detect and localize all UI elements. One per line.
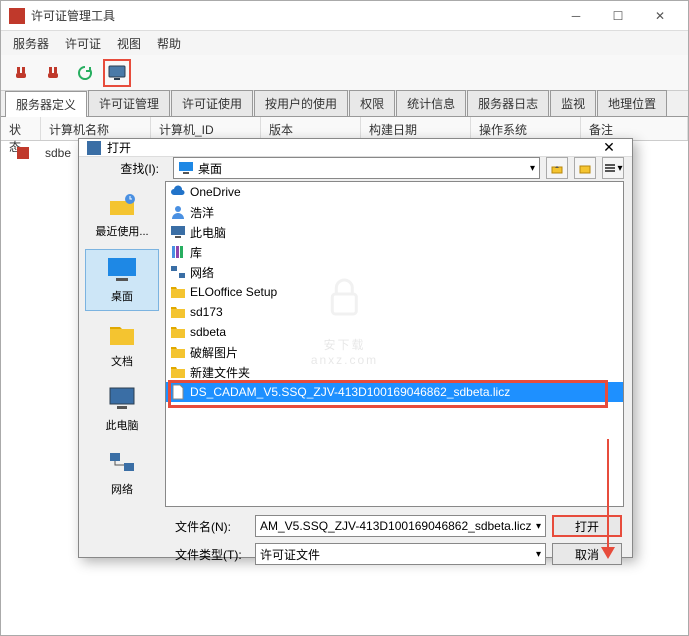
window-title: 许可证管理工具 [31, 7, 556, 24]
row-name: sdbe [41, 146, 71, 160]
refresh-icon [77, 65, 93, 81]
filetype-combo[interactable]: 许可证文件▾ [255, 543, 546, 565]
app-icon [9, 8, 25, 24]
tab-server-log[interactable]: 服务器日志 [467, 90, 549, 116]
filename-label: 文件名(N): [175, 518, 249, 535]
tab-user-use[interactable]: 按用户的使用 [254, 90, 348, 116]
header-os[interactable]: 操作系统 [471, 117, 581, 140]
cancel-button[interactable]: 取消 [552, 543, 622, 565]
list-item[interactable]: OneDrive [166, 182, 623, 202]
refresh-button[interactable] [71, 59, 99, 87]
tab-geo[interactable]: 地理位置 [597, 90, 667, 116]
view-menu-button[interactable]: ▾ [602, 157, 624, 179]
close-button[interactable]: ✕ [640, 4, 680, 28]
tab-permission[interactable]: 权限 [349, 90, 395, 116]
network-icon [170, 264, 186, 280]
chevron-down-icon: ▾ [536, 549, 541, 560]
list-item[interactable]: 此电脑 [166, 222, 623, 242]
new-folder-button[interactable] [574, 157, 596, 179]
header-status[interactable]: 状态 [1, 117, 41, 140]
plug-disconnect-button[interactable] [39, 59, 67, 87]
thispc-icon [170, 224, 186, 240]
list-item[interactable]: sd173 [166, 302, 623, 322]
minimize-button[interactable]: ─ [556, 4, 596, 28]
tab-bar: 服务器定义 许可证管理 许可证使用 按用户的使用 权限 统计信息 服务器日志 监… [1, 91, 688, 117]
lookin-value: 桌面 [198, 160, 222, 177]
header-version[interactable]: 版本 [261, 117, 361, 140]
list-item[interactable]: 库 [166, 242, 623, 262]
thispc-icon [106, 385, 138, 413]
dialog-icon [87, 141, 101, 155]
lookin-row: 查找(I): 桌面 ▾ ▾ [79, 157, 632, 179]
header-name[interactable]: 计算机名称 [41, 117, 151, 140]
plug-icon [13, 65, 29, 81]
documents-icon [106, 321, 138, 349]
monitor-icon [108, 64, 126, 82]
user-icon [170, 204, 186, 220]
dialog-titlebar: 打开 ✕ [79, 139, 632, 157]
folder-icon [170, 364, 186, 380]
list-view-icon [603, 161, 617, 175]
chevron-down-icon: ▾ [536, 521, 541, 532]
folder-icon [170, 284, 186, 300]
list-item[interactable]: 浩洋 [166, 202, 623, 222]
tab-monitor[interactable]: 监视 [550, 90, 596, 116]
places-bar: 最近使用... 桌面 文档 此电脑 网络 [79, 179, 165, 509]
maximize-button[interactable]: ☐ [598, 4, 638, 28]
file-icon [170, 384, 186, 400]
chevron-down-icon: ▾ [530, 163, 535, 174]
tab-license-mgmt[interactable]: 许可证管理 [88, 90, 170, 116]
place-documents[interactable]: 文档 [85, 315, 159, 375]
dialog-close-button[interactable]: ✕ [594, 139, 624, 156]
lookin-combo[interactable]: 桌面 ▾ [173, 157, 540, 179]
toolbar [1, 55, 688, 91]
folder-up-icon [550, 161, 564, 175]
menubar: 服务器 许可证 视图 帮助 [1, 31, 688, 55]
folder-new-icon [578, 161, 592, 175]
row-status-icon [5, 145, 41, 161]
place-desktop[interactable]: 桌面 [85, 249, 159, 311]
header-date[interactable]: 构建日期 [361, 117, 471, 140]
menu-server[interactable]: 服务器 [5, 33, 57, 54]
plug-connect-button[interactable] [7, 59, 35, 87]
menu-help[interactable]: 帮助 [149, 33, 189, 54]
folder-icon [170, 344, 186, 360]
filetype-label: 文件类型(T): [175, 546, 249, 563]
place-network[interactable]: 网络 [85, 443, 159, 503]
list-item[interactable]: 新建文件夹 [166, 362, 623, 382]
up-folder-button[interactable] [546, 157, 568, 179]
menu-license[interactable]: 许可证 [57, 33, 109, 54]
monitor-small-icon [178, 161, 194, 175]
list-item[interactable]: ELOoffice Setup [166, 282, 623, 302]
header-note[interactable]: 备注 [581, 117, 688, 140]
tab-license-use[interactable]: 许可证使用 [171, 90, 253, 116]
place-recent[interactable]: 最近使用... [85, 185, 159, 245]
plug-icon [45, 65, 61, 81]
folder-icon [170, 324, 186, 340]
header-id[interactable]: 计算机_ID [151, 117, 261, 140]
desktop-icon [106, 256, 138, 284]
libraries-icon [170, 244, 186, 260]
open-file-button[interactable] [103, 59, 131, 87]
cloud-icon [170, 184, 186, 200]
list-item-selected[interactable]: DS_CADAM_V5.SSQ_ZJV-413D100169046862_sdb… [166, 382, 623, 402]
folder-icon [170, 304, 186, 320]
network-icon [106, 449, 138, 477]
open-dialog: 打开 ✕ 查找(I): 桌面 ▾ ▾ 最近使用... 桌面 文档 [78, 138, 633, 558]
menu-view[interactable]: 视图 [109, 33, 149, 54]
tab-server-def[interactable]: 服务器定义 [5, 91, 87, 117]
list-item[interactable]: 破解图片 [166, 342, 623, 362]
dialog-bottom: 文件名(N): AM_V5.SSQ_ZJV-413D100169046862_s… [79, 509, 632, 575]
main-titlebar: 许可证管理工具 ─ ☐ ✕ [1, 1, 688, 31]
place-thispc[interactable]: 此电脑 [85, 379, 159, 439]
lookin-label: 查找(I): [87, 160, 167, 177]
open-button[interactable]: 打开 [552, 515, 622, 537]
list-item[interactable]: 网络 [166, 262, 623, 282]
list-item[interactable]: sdbeta [166, 322, 623, 342]
tab-stats[interactable]: 统计信息 [396, 90, 466, 116]
filename-input[interactable]: AM_V5.SSQ_ZJV-413D100169046862_sdbeta.li… [255, 515, 546, 537]
dialog-title: 打开 [107, 139, 594, 156]
recent-icon [106, 191, 138, 219]
file-list[interactable]: OneDrive 浩洋 此电脑 库 网络 ELOoffice Setup sd1… [165, 181, 624, 507]
